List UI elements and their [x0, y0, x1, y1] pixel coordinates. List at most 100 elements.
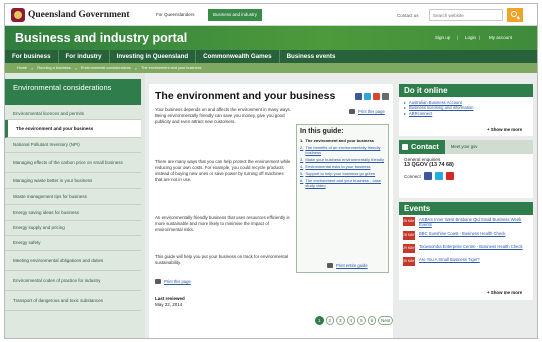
- event-title[interactable]: BBC Sunshine Coast - Business Health Che…: [419, 231, 505, 236]
- breadcrumb-item[interactable]: Home: [17, 66, 27, 70]
- page-title: The environment and your business: [155, 90, 336, 102]
- print-page-link-top[interactable]: Print this page: [349, 109, 385, 114]
- guide-item[interactable]: 2. The benefits of an environmentally fri…: [300, 145, 385, 155]
- sidebar-heading[interactable]: Environmental considerations: [5, 79, 141, 105]
- next-page-button[interactable]: Next: [378, 316, 394, 325]
- page-2-button[interactable]: 2: [325, 316, 335, 325]
- sidebar-item[interactable]: Managing waste better in your business: [5, 173, 141, 189]
- logo-text: Queensland Government: [28, 10, 130, 20]
- event-item[interactable]: 28 MAY BBC Sunshine Coast - Business Hea…: [399, 229, 533, 242]
- event-title[interactable]: Toowoomba Enterprise Centre - Business H…: [419, 244, 523, 249]
- body-paragraph: An environmentally friendly business tha…: [155, 215, 290, 232]
- event-item[interactable]: 28 MAY ASBAS Inner West Brisbane Qld Sma…: [399, 215, 533, 229]
- sidebar-item[interactable]: Energy saving ideas for business: [5, 205, 141, 221]
- search-button[interactable]: [507, 8, 523, 22]
- breadcrumb-separator: »: [134, 65, 138, 71]
- body-paragraph: There are many ways that you can help pr…: [155, 159, 291, 182]
- events-panel: Events 28 MAY ASBAS Inner West Brisbane …: [399, 202, 533, 300]
- guide-item[interactable]: 6. The environment and your business - ca…: [300, 178, 385, 188]
- main-nav: For business For industry Investing in Q…: [5, 50, 537, 63]
- breadcrumb-item[interactable]: Running a business: [37, 66, 70, 70]
- event-title[interactable]: Are You A Small Business Tiger?: [419, 257, 480, 262]
- event-title[interactable]: ASBAS Inner West Brisbane Qld Small Busi…: [419, 217, 529, 227]
- sidebar-item[interactable]: Environmental licences and permits: [5, 108, 141, 120]
- sidebar-list: Environmental licences and permits The e…: [5, 108, 141, 311]
- print-guide-label[interactable]: Print entire guide: [336, 263, 368, 268]
- contact-us-link[interactable]: Contact us: [397, 13, 419, 18]
- enquiries-label: General enquiries: [404, 157, 441, 162]
- print-page-link-bottom[interactable]: Print this page: [155, 279, 191, 284]
- banner-divider: |: [479, 35, 481, 40]
- last-reviewed-date: May 22, 2014: [155, 302, 183, 307]
- search-input[interactable]: [429, 9, 503, 21]
- nav-investing-in-queensland[interactable]: Investing in Queensland: [110, 50, 197, 63]
- print-guide-link[interactable]: Print entire guide: [327, 263, 368, 268]
- sidebar-item[interactable]: Transport of dangerous and toxic substan…: [5, 291, 141, 311]
- signup-link[interactable]: Sign up: [435, 35, 450, 40]
- page-3-button[interactable]: 3: [336, 316, 345, 325]
- page-6-button[interactable]: 6: [367, 316, 377, 325]
- browser-viewport: Queensland Government For Queenslanders …: [4, 3, 538, 339]
- facebook-share-icon[interactable]: [355, 93, 362, 100]
- guide-item[interactable]: 5. Support to help your business go green: [300, 171, 385, 176]
- nav-for-industry[interactable]: For industry: [59, 50, 110, 63]
- print-page-label[interactable]: Print this page: [164, 279, 191, 284]
- sidebar-item[interactable]: Meeting environmental obligations and du…: [5, 251, 141, 271]
- last-reviewed: Last reviewed May 22, 2014: [155, 296, 185, 308]
- sidebar-item[interactable]: Environmental codes of practice for indu…: [5, 271, 141, 291]
- sidebar-item[interactable]: Energy safety: [5, 236, 141, 251]
- tab-business-and-industry[interactable]: Business and industry: [208, 9, 263, 21]
- sidebar: Environmental considerations Environment…: [5, 73, 145, 338]
- print-icon: [155, 279, 161, 284]
- breadcrumb-separator: »: [31, 65, 34, 71]
- sidebar-item[interactable]: National Pollutant Inventory (NPI): [5, 138, 141, 153]
- intro-paragraph: Your business depends on and affects the…: [155, 107, 291, 124]
- twitter-share-icon[interactable]: [364, 93, 371, 100]
- breadcrumb-item[interactable]: Environmental considerations: [81, 66, 131, 70]
- guide-box: In this guide: 1. The environment and you…: [296, 124, 389, 273]
- nav-commonwealth-games[interactable]: Commonwealth Games: [196, 50, 280, 63]
- page-1-button[interactable]: 1: [315, 316, 324, 325]
- show-more-online-link[interactable]: + Show me more: [487, 127, 522, 132]
- nav-business-events[interactable]: Business events: [280, 50, 343, 63]
- do-it-online-panel: Do it online Australian Business Account…: [399, 84, 533, 136]
- facebook-icon[interactable]: [423, 172, 432, 180]
- banner-divider: |: [457, 35, 459, 40]
- twitter-icon[interactable]: [434, 172, 443, 180]
- event-date-badge: 29 MAY: [403, 244, 415, 254]
- guide-item[interactable]: 4. Environmental risks to your business: [300, 164, 385, 169]
- event-item[interactable]: 30 MAY Are You A Small Business Tiger?: [399, 255, 533, 268]
- login-link[interactable]: Login: [465, 35, 476, 40]
- body-paragraph: This guide will help you put your busine…: [155, 254, 289, 265]
- online-link[interactable]: ABRconnect: [399, 111, 533, 117]
- top-bar: Queensland Government For Queenslanders …: [5, 4, 537, 26]
- youtube-icon[interactable]: [445, 172, 454, 180]
- tab-contact[interactable]: Contact: [399, 140, 445, 154]
- sidebar-item[interactable]: Managing effects of the carbon price on …: [5, 153, 141, 173]
- page-4-button[interactable]: 4: [346, 316, 356, 325]
- pagination: 1 2 3 4 5 6 Next: [315, 316, 394, 325]
- search-icon: [511, 11, 517, 17]
- sidebar-item-active[interactable]: The environment and your business: [5, 120, 141, 138]
- event-item[interactable]: 29 MAY Toowoomba Enterprise Centre - Bus…: [399, 242, 533, 255]
- show-more-events-link[interactable]: + Show me more: [487, 290, 522, 295]
- tab-for-queenslanders[interactable]: For Queenslanders: [151, 9, 200, 21]
- guide-item[interactable]: 3. Make your business environmentally fri…: [300, 157, 385, 162]
- email-share-icon[interactable]: [382, 93, 389, 100]
- tab-meet-your-gov[interactable]: Meet your gov: [445, 140, 484, 154]
- print-page-label[interactable]: Print this page: [358, 109, 385, 114]
- nav-for-business[interactable]: For business: [5, 50, 59, 63]
- print-icon: [349, 109, 355, 114]
- portal-title[interactable]: Business and industry portal: [15, 31, 187, 45]
- sidebar-item[interactable]: Energy supply and pricing: [5, 221, 141, 236]
- main-content: The environment and your business Print …: [149, 84, 394, 338]
- qld-government-logo[interactable]: Queensland Government: [11, 7, 130, 23]
- event-date-badge: 30 MAY: [403, 257, 415, 267]
- do-it-online-title: Do it online: [399, 84, 533, 97]
- my-account-link[interactable]: My account: [489, 35, 512, 40]
- share-icon[interactable]: [373, 93, 380, 100]
- page-5-button[interactable]: 5: [357, 316, 366, 325]
- sidebar-item[interactable]: Waste management tips for business: [5, 189, 141, 205]
- guide-title: In this guide:: [300, 128, 344, 135]
- events-title: Events: [399, 202, 533, 215]
